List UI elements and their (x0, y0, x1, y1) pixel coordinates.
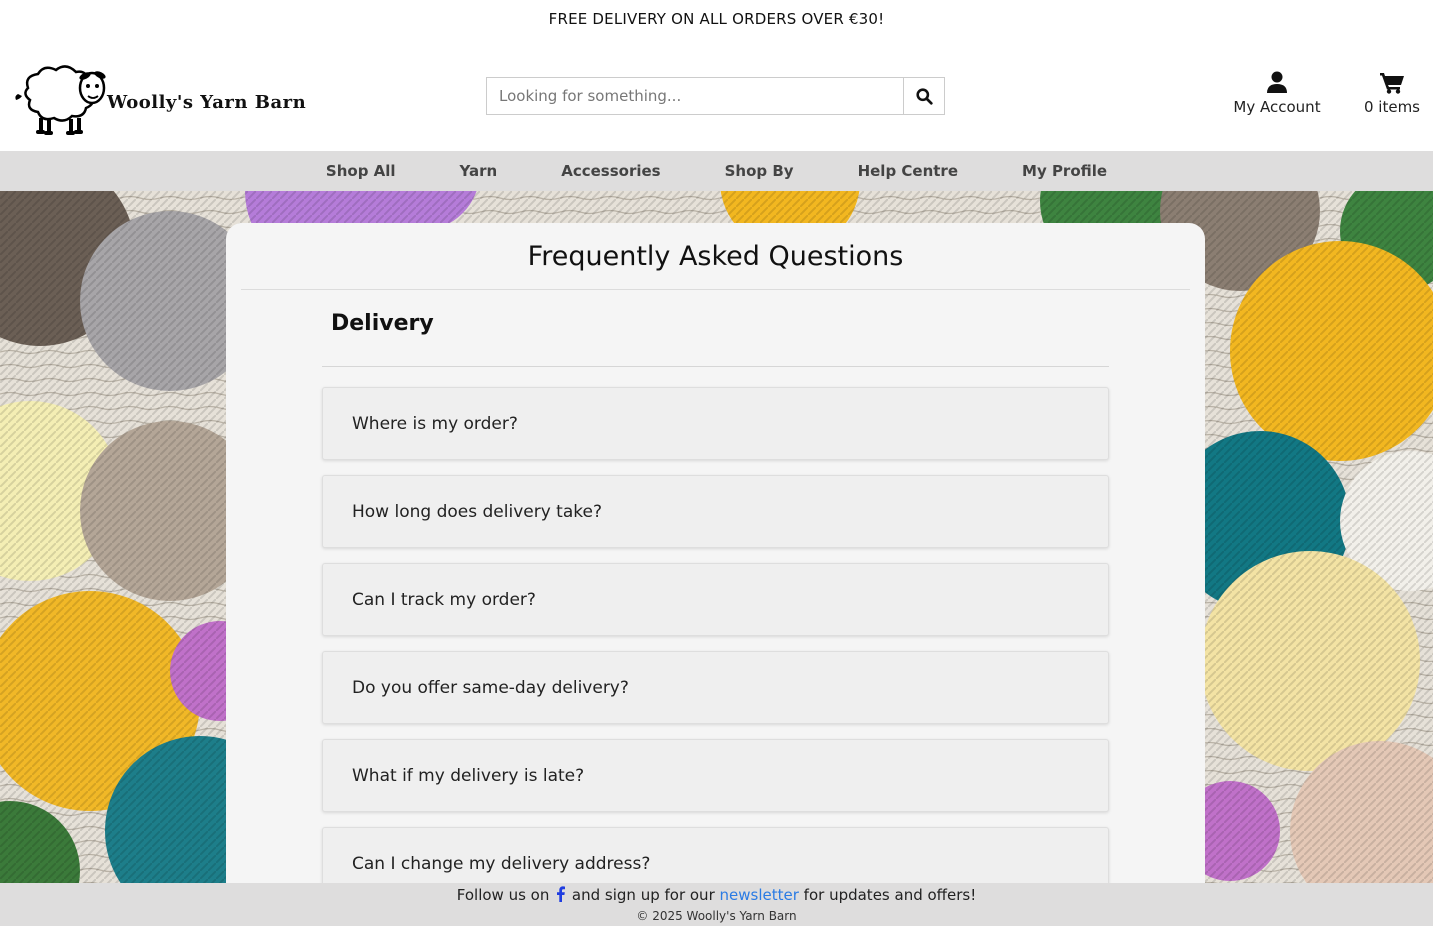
faq-question: Can I track my order? (352, 589, 536, 610)
faq-question: Do you offer same-day delivery? (352, 677, 629, 698)
newsletter-link[interactable]: newsletter (720, 886, 799, 904)
site-footer: Follow us on and sign up for our newslet… (0, 883, 1433, 926)
promo-text: FREE DELIVERY ON ALL ORDERS OVER €30! (548, 10, 885, 28)
section-heading: Delivery (331, 311, 434, 336)
user-icon (1267, 71, 1287, 93)
search-button[interactable] (903, 78, 944, 114)
nav-shop-all[interactable]: Shop All (294, 162, 428, 180)
faq-item[interactable]: What if my delivery is late? (322, 739, 1109, 812)
faq-item[interactable]: Do you offer same-day delivery? (322, 651, 1109, 724)
copyright: © 2025 Woolly's Yarn Barn (636, 909, 797, 923)
search-input[interactable] (487, 78, 903, 114)
faq-question: How long does delivery take? (352, 501, 602, 522)
faq-question: Can I change my delivery address? (352, 853, 651, 874)
nav-accessories[interactable]: Accessories (529, 162, 692, 180)
promo-banner: FREE DELIVERY ON ALL ORDERS OVER €30! (0, 0, 1433, 38)
search-icon (915, 87, 933, 105)
brand-name: Woolly's Yarn Barn (107, 92, 307, 113)
cart-link[interactable]: 0 items (1358, 70, 1426, 120)
site-logo[interactable]: Woolly's Yarn Barn (14, 58, 334, 138)
section-divider (322, 366, 1109, 367)
faq-item[interactable]: Where is my order? (322, 387, 1109, 460)
nav-my-profile[interactable]: My Profile (990, 162, 1139, 180)
sheep-icon (15, 65, 106, 135)
nav-shop-by[interactable]: Shop By (693, 162, 826, 180)
facebook-icon[interactable] (556, 886, 566, 902)
footer-follow-line: Follow us on and sign up for our newslet… (0, 886, 1433, 904)
signup-text: and sign up for our (571, 886, 715, 904)
site-header: Woolly's Yarn Barn My Account 0 items (0, 38, 1433, 151)
faq-question: Where is my order? (352, 413, 518, 434)
my-account-link[interactable]: My Account (1228, 70, 1326, 120)
cart-icon (1380, 73, 1404, 94)
faq-question: What if my delivery is late? (352, 765, 585, 786)
my-account-label: My Account (1233, 98, 1321, 116)
search-bar (486, 77, 945, 115)
signup-suffix: for updates and offers! (803, 886, 977, 904)
cart-label: 0 items (1363, 98, 1420, 116)
page-title: Frequently Asked Questions (527, 241, 904, 272)
nav-help-centre[interactable]: Help Centre (826, 162, 990, 180)
faq-item[interactable]: How long does delivery take? (322, 475, 1109, 548)
title-divider (241, 289, 1190, 290)
faq-card: Frequently Asked Questions Delivery Wher… (226, 223, 1205, 903)
faq-item[interactable]: Can I track my order? (322, 563, 1109, 636)
nav-yarn[interactable]: Yarn (428, 162, 530, 180)
follow-prefix: Follow us on (456, 886, 550, 904)
main-nav: Shop All Yarn Accessories Shop By Help C… (0, 151, 1433, 191)
